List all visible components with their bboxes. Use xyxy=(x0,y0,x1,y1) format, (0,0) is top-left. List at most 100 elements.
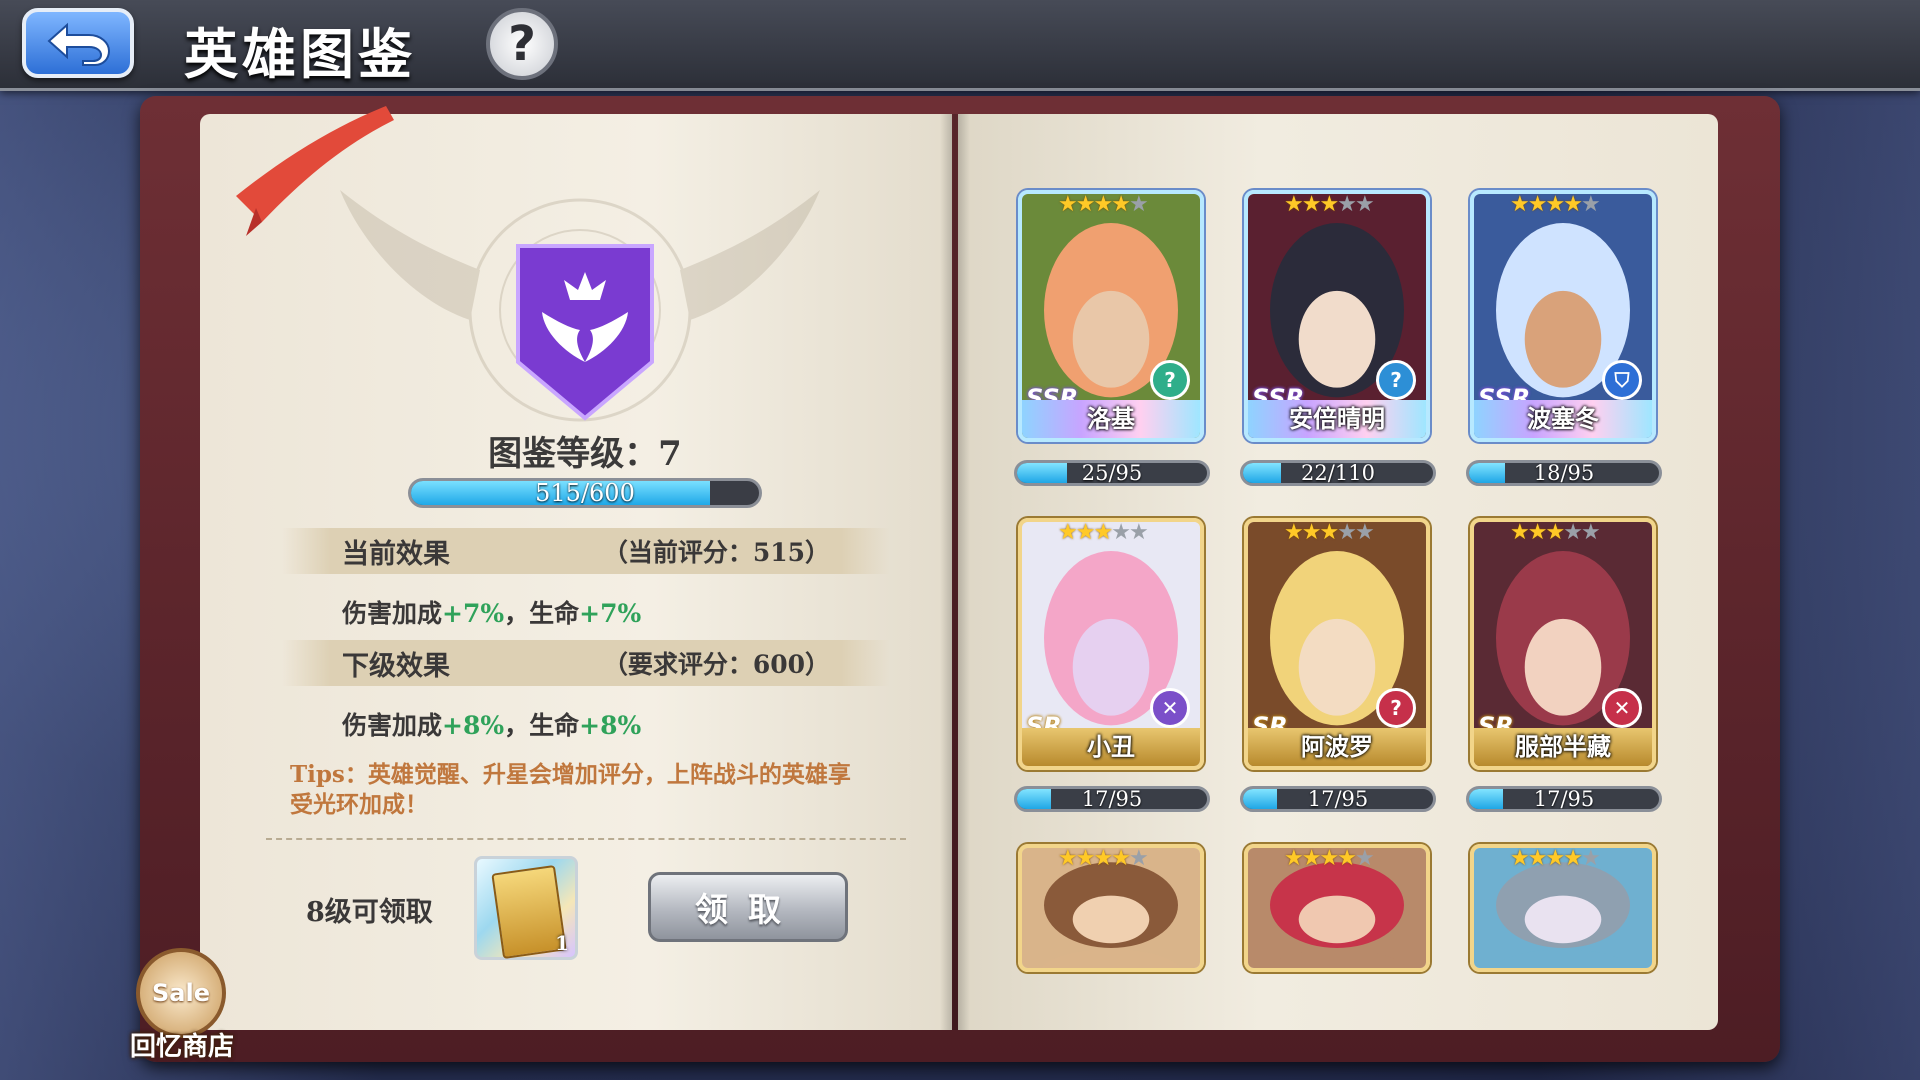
star-rating: ★★★★★ xyxy=(1510,192,1601,217)
star-filled-icon: ★ xyxy=(1111,192,1131,217)
star-rating: ★★★★★ xyxy=(1510,520,1601,545)
star-rating: ★★★★★ xyxy=(1058,520,1149,545)
page-title: 英雄图鉴 xyxy=(184,22,416,86)
hero-name: 安倍晴明 xyxy=(1248,400,1426,438)
current-effect-hp-value: +7% xyxy=(579,599,642,628)
class-icon: ? xyxy=(1150,360,1190,400)
hero-card[interactable]: ★★★★★ xyxy=(1470,844,1656,972)
star-empty-icon: ★ xyxy=(1128,846,1149,871)
star-filled-icon: ★ xyxy=(1093,846,1113,871)
hero-shard-progress: 25/95 xyxy=(1014,460,1210,486)
class-icon: ? xyxy=(1376,360,1416,400)
reward-item[interactable]: 1 xyxy=(474,856,578,960)
hero-shard-progress-text: 17/95 xyxy=(1081,787,1143,811)
star-rating: ★★★★★ xyxy=(1510,846,1601,871)
back-arrow-icon xyxy=(47,22,111,66)
star-rating: ★★★★★ xyxy=(1058,192,1149,217)
shop-crown-icon: Sale xyxy=(136,948,226,1038)
star-rating: ★★★★★ xyxy=(1284,520,1375,545)
hero-name: 阿波罗 xyxy=(1248,728,1426,766)
top-bar: 英雄图鉴 ? xyxy=(0,0,1920,91)
hero-card[interactable]: ★★★★★ SR? 阿波罗 xyxy=(1244,518,1430,770)
hero-shard-progress-text: 22/110 xyxy=(1301,461,1375,485)
hero-card[interactable]: ★★★★★ SR ✕ 小丑 xyxy=(1018,518,1204,770)
current-effect-header: 当前效果 （当前评分：515） xyxy=(282,528,890,574)
hero-shard-progress: 22/110 xyxy=(1240,460,1436,486)
star-empty-icon: ★ xyxy=(1580,846,1601,871)
hero-shard-progress-text: 17/95 xyxy=(1533,787,1595,811)
star-empty-icon: ★ xyxy=(1111,520,1131,545)
star-filled-icon: ★ xyxy=(1319,520,1339,545)
star-filled-icon: ★ xyxy=(1545,520,1565,545)
current-effect-damage-label: 伤害加成 xyxy=(342,599,443,628)
star-empty-icon: ★ xyxy=(1580,520,1601,545)
star-filled-icon: ★ xyxy=(1075,192,1096,217)
star-rating: ★★★★★ xyxy=(1284,192,1375,217)
current-effect-title: 当前效果 xyxy=(342,538,450,570)
current-effect-separator: ， xyxy=(504,599,530,628)
star-filled-icon: ★ xyxy=(1527,846,1548,871)
next-effect-title: 下级效果 xyxy=(342,650,450,682)
hero-card[interactable]: ★★★★★ SSR? 洛基 xyxy=(1018,190,1204,442)
hero-card[interactable]: ★★★★★ SSR ⛉ 波塞冬 xyxy=(1470,190,1656,442)
claim-button[interactable]: 领取 xyxy=(648,872,848,942)
collection-progress-bar: 515/600 xyxy=(408,478,762,508)
star-filled-icon: ★ xyxy=(1319,192,1339,217)
book-spine xyxy=(940,114,970,1030)
star-filled-icon: ★ xyxy=(1301,520,1322,545)
class-icon: ? xyxy=(1376,688,1416,728)
class-icon: ✕ xyxy=(1602,688,1642,728)
hero-card[interactable]: ★★★★★ SSR? 安倍晴明 xyxy=(1244,190,1430,442)
star-empty-icon: ★ xyxy=(1337,520,1357,545)
star-empty-icon: ★ xyxy=(1354,846,1375,871)
hero-shard-progress: 17/95 xyxy=(1466,786,1662,812)
divider xyxy=(266,838,906,840)
collection-emblem-icon xyxy=(516,244,654,421)
hero-card[interactable]: ★★★★★ xyxy=(1018,844,1204,972)
star-empty-icon: ★ xyxy=(1354,520,1375,545)
star-filled-icon: ★ xyxy=(1093,520,1113,545)
star-filled-icon: ★ xyxy=(1111,846,1131,871)
class-icon: ⛉ xyxy=(1602,360,1642,400)
current-score: （当前评分：515） xyxy=(602,538,830,567)
back-button[interactable] xyxy=(22,8,134,78)
help-button[interactable]: ? xyxy=(486,8,558,80)
star-filled-icon: ★ xyxy=(1545,192,1565,217)
star-filled-icon: ★ xyxy=(1058,846,1078,871)
hero-card[interactable]: ★★★★★ SR ✕ 服部半藏 xyxy=(1470,518,1656,770)
next-effect-damage-label: 伤害加成 xyxy=(342,711,443,740)
star-filled-icon: ★ xyxy=(1563,846,1583,871)
collection-progress-text: 515/600 xyxy=(535,479,635,507)
next-effect-header: 下级效果 （要求评分：600） xyxy=(282,640,890,686)
star-empty-icon: ★ xyxy=(1563,520,1583,545)
star-filled-icon: ★ xyxy=(1301,192,1322,217)
current-effect-damage-value: +7% xyxy=(442,599,505,628)
star-filled-icon: ★ xyxy=(1337,846,1357,871)
next-effect-text: 伤害加成+8%，生命+8% xyxy=(342,706,641,742)
star-empty-icon: ★ xyxy=(1354,192,1375,217)
star-filled-icon: ★ xyxy=(1319,846,1339,871)
hero-shard-progress: 17/95 xyxy=(1014,786,1210,812)
hero-card[interactable]: ★★★★★ xyxy=(1244,844,1430,972)
star-filled-icon: ★ xyxy=(1075,846,1096,871)
star-filled-icon: ★ xyxy=(1527,192,1548,217)
hero-name: 小丑 xyxy=(1022,728,1200,766)
next-effect-hp-label: 生命 xyxy=(529,711,580,740)
star-filled-icon: ★ xyxy=(1545,846,1565,871)
required-score: （要求评分：600） xyxy=(602,650,830,679)
star-filled-icon: ★ xyxy=(1563,192,1583,217)
hero-name: 洛基 xyxy=(1022,400,1200,438)
star-filled-icon: ★ xyxy=(1510,520,1530,545)
next-effect-separator: ， xyxy=(504,711,530,740)
hero-shard-progress: 18/95 xyxy=(1466,460,1662,486)
star-filled-icon: ★ xyxy=(1284,520,1304,545)
hero-shard-progress: 17/95 xyxy=(1240,786,1436,812)
hero-name: 波塞冬 xyxy=(1474,400,1652,438)
star-empty-icon: ★ xyxy=(1337,192,1357,217)
memory-shop-button[interactable]: Sale 回忆商店 xyxy=(122,948,242,1072)
star-rating: ★★★★★ xyxy=(1284,846,1375,871)
reward-quantity: 1 xyxy=(555,931,569,955)
star-filled-icon: ★ xyxy=(1058,192,1078,217)
collection-level-label: 图鉴等级：7 xyxy=(488,434,682,474)
hero-name: 服部半藏 xyxy=(1474,728,1652,766)
